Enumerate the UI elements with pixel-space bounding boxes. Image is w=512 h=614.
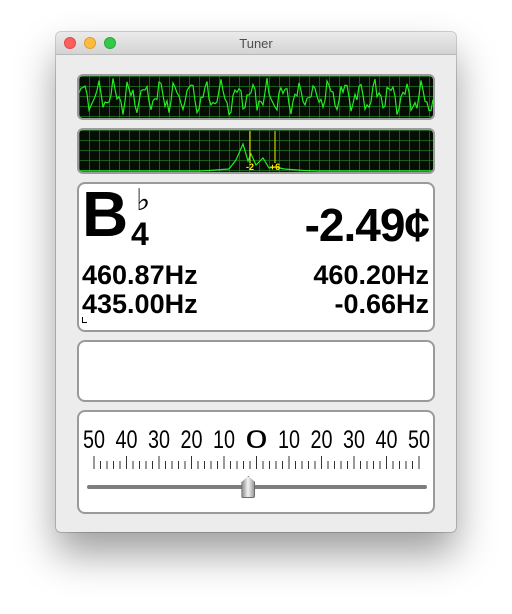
cents-meter: 50 40 30 20 10 0 10 20 30 40 50 [77,410,435,514]
meter-scale: 50 40 30 20 10 0 10 20 30 40 50 [83,426,430,489]
scale-label: 40 [116,426,138,454]
scale-label: 50 [83,426,105,454]
scale-label: 30 [343,426,365,454]
scale-label: 30 [148,426,170,454]
target-frequency: 435.00Hz [82,289,198,319]
spectrum-marker-label: -2 [246,162,254,172]
spectrum-marker-label: +6 [270,162,280,172]
note-letter: B [82,178,129,250]
spectrum-scope: -2 +6 [77,128,435,174]
note-octave: 4 [131,216,149,252]
scale-label: 50 [408,426,430,454]
scale-label: 40 [376,426,398,454]
waveform-trace [79,77,433,116]
scale-label: 20 [181,426,203,454]
scale-label: 10 [278,426,300,454]
measured-frequency: 460.87Hz [82,260,198,290]
scale-label: 0 [246,426,268,454]
empty-display-panel [77,340,435,402]
waveform-line [79,77,433,116]
note-display: B ♭ 4 -2.49¢ 460.87Hz 460.20Hz 435.00Hz … [77,182,435,332]
cents-deviation: -2.49¢ [304,199,430,251]
frequency-difference: -0.66Hz [334,289,429,319]
slider-track [87,485,427,489]
spectrum-trace: -2 +6 [79,131,433,172]
tuner-window: Tuner -2 +6 B ♭ 4 -2.49¢ 460.87Hz 460.20H… [56,32,456,532]
spectrum-line [79,142,433,172]
waveform-scope [77,74,435,120]
scale-label: 10 [213,426,235,454]
scale-label: 20 [311,426,333,454]
corner-marker [82,317,87,323]
reference-frequency: 460.20Hz [313,260,429,290]
window-title: Tuner [239,36,273,51]
title-bar[interactable]: Tuner [56,32,456,55]
flat-accidental: ♭ [136,183,151,218]
